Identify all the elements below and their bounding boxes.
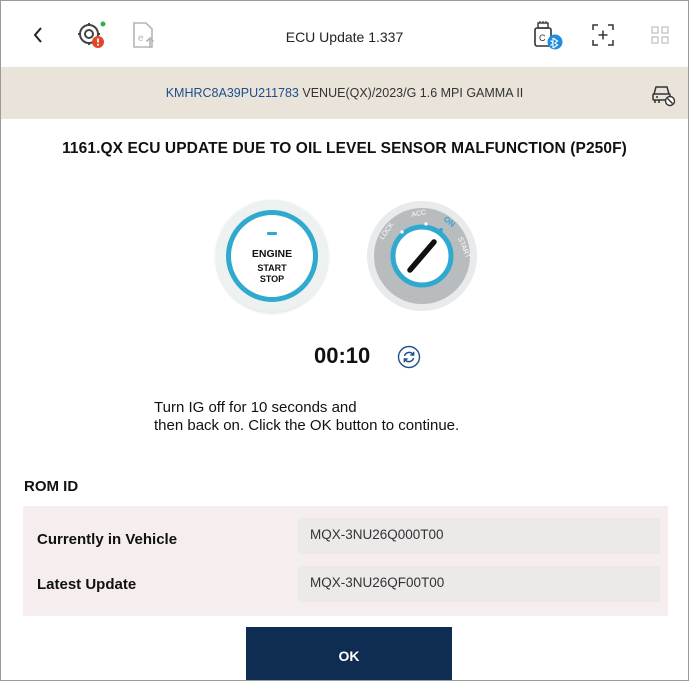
car-info-icon bbox=[652, 86, 676, 107]
countdown-timer: 00:10 bbox=[314, 343, 371, 368]
ignition-key-illustration: LOCK ACC ON START bbox=[366, 200, 478, 312]
vehicle-description: VENUE(QX)/2023/G 1.6 MPI GAMMA II bbox=[302, 86, 524, 100]
instruction-line2: then back on. Click the OK button to con… bbox=[154, 417, 460, 434]
grid-menu-button[interactable] bbox=[643, 18, 677, 52]
instruction-line1: Turn IG off for 10 seconds and bbox=[154, 399, 357, 416]
vehicle-info-bar: KMHRC8A39PU211783 VENUE(QX)/2023/G 1.6 M… bbox=[1, 67, 688, 119]
page-title: ECU Update 1.337 bbox=[285, 29, 404, 45]
engine-label-line3: STOP bbox=[259, 274, 285, 284]
procedure-heading: 1161.QX ECU UPDATE DUE TO OIL LEVEL SENS… bbox=[62, 140, 627, 157]
engine-label-line1: ENGINE bbox=[251, 248, 293, 260]
rom-row-label-latest: Latest Update bbox=[37, 576, 137, 593]
engine-button-ring: ENGINE START STOP bbox=[226, 210, 318, 302]
ignition-key-icon: LOCK ACC ON START bbox=[367, 201, 477, 311]
refresh-icon bbox=[397, 345, 421, 369]
grid-icon bbox=[651, 26, 669, 44]
rom-id-title: ROM ID bbox=[24, 478, 79, 495]
vci-bluetooth-icon: C bbox=[534, 21, 563, 50]
scan-button[interactable] bbox=[586, 18, 620, 52]
svg-text:C: C bbox=[539, 33, 546, 43]
rom-row-label-current: Currently in Vehicle bbox=[37, 531, 178, 548]
rom-row-value-latest: MQX-3NU26QF00T00 bbox=[298, 566, 660, 602]
rom-id-table: Currently in Vehicle MQX-3NU26Q000T00 La… bbox=[23, 506, 668, 616]
app-window: e ECU Update 1.337 C KMHRC8A39PU211783 V… bbox=[0, 0, 689, 681]
vci-connection-button[interactable]: C bbox=[531, 18, 565, 52]
scan-icon bbox=[592, 24, 614, 46]
engine-label-line2: START bbox=[257, 263, 287, 273]
engine-indicator-bar bbox=[267, 232, 277, 235]
vehicle-details-button[interactable] bbox=[650, 81, 676, 107]
instruction-text: Turn IG off for 10 seconds and then back… bbox=[154, 399, 459, 435]
vin-number: KMHRC8A39PU211783 bbox=[165, 86, 299, 100]
refresh-timer-button[interactable] bbox=[396, 344, 422, 370]
vehicle-text: KMHRC8A39PU211783 VENUE(QX)/2023/G 1.6 M… bbox=[1, 86, 688, 100]
ok-button[interactable]: OK bbox=[246, 627, 452, 680]
top-bar: e ECU Update 1.337 C bbox=[1, 1, 688, 67]
engine-start-stop-illustration: ENGINE START STOP bbox=[216, 200, 328, 312]
rom-row-value-current: MQX-3NU26Q000T00 bbox=[298, 518, 660, 554]
